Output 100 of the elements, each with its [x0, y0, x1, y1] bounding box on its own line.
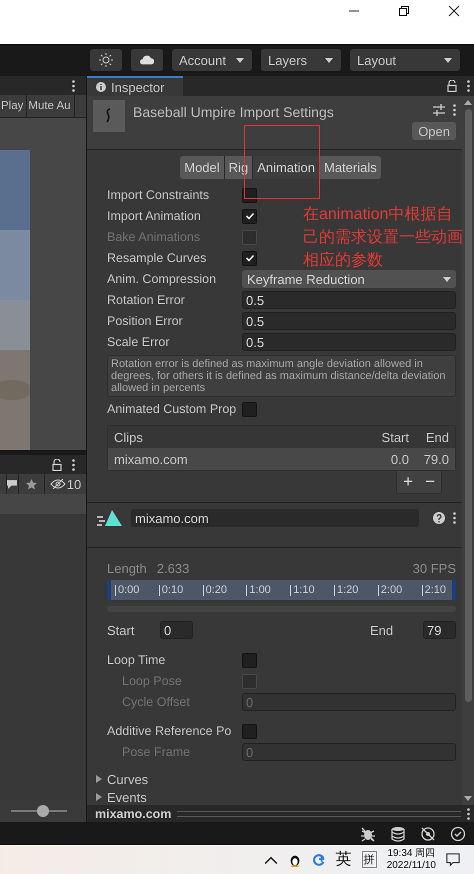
timeline-tick: 1:10 — [290, 584, 315, 596]
check-icon — [244, 253, 254, 263]
caret-icon — [444, 58, 452, 62]
clock-date[interactable]: 2022/11/10 — [386, 860, 436, 872]
settings-tab[interactable]: Materials — [320, 156, 381, 179]
property-label: Import Constraints — [107, 188, 210, 202]
label-filter-button[interactable] — [6, 474, 18, 494]
timeline-tick: 0:00 — [115, 584, 140, 596]
start-label: Start — [107, 622, 136, 638]
cloud-icon — [140, 53, 154, 67]
more-icon[interactable] — [467, 808, 470, 820]
clock-time[interactable]: 19:34 周四 — [387, 848, 436, 860]
bug-icon[interactable] — [360, 826, 376, 842]
scroll-up-icon[interactable] — [464, 100, 472, 105]
visibility-icon[interactable] — [420, 826, 436, 842]
toolbar-dropdown[interactable]: Account — [172, 49, 252, 71]
end-field[interactable]: 79 — [423, 621, 456, 639]
property-label: Loop Pose — [121, 674, 183, 688]
close-icon[interactable] — [448, 5, 460, 17]
speech-bubble-icon — [7, 478, 18, 490]
lock-icon[interactable] — [52, 458, 62, 470]
start-field[interactable]: 0 — [160, 621, 193, 639]
refresh-icon[interactable] — [312, 852, 326, 866]
sun-icon — [99, 53, 113, 67]
property-label: Bake Animations — [107, 230, 202, 244]
penguin-icon[interactable] — [288, 852, 302, 866]
clip-name-field[interactable]: mixamo.com — [131, 509, 419, 527]
maximize-icon[interactable] — [398, 5, 410, 17]
toolbar-dropdown[interactable]: Layout — [350, 49, 460, 71]
length-value: 2.633 — [156, 560, 190, 576]
number-field[interactable]: 0.5 — [242, 291, 456, 309]
timeline-ruler[interactable]: 0:00 0:10 0:20 1:00 1:10 1:20 2:00 2:10 — [107, 580, 456, 600]
settings-tab[interactable]: Animation — [253, 156, 320, 179]
asset-icon — [93, 100, 125, 132]
notification-icon[interactable] — [446, 852, 460, 866]
column-header: End — [424, 430, 449, 444]
caret-icon — [325, 58, 333, 62]
foldout[interactable]: Events — [95, 788, 462, 805]
checkbox[interactable] — [242, 402, 257, 416]
property-label: Rotation Error — [107, 293, 186, 307]
checkbox[interactable] — [242, 652, 257, 668]
column-header: Start — [380, 430, 409, 444]
column-header: Clips — [114, 430, 144, 444]
list-button[interactable]: − — [425, 472, 435, 492]
timeline-tick: 2:00 — [378, 584, 402, 596]
check-icon — [244, 211, 254, 221]
property-label: Loop Time — [107, 653, 166, 667]
length-label: Length — [107, 560, 147, 576]
clip-name: mixamo.com — [114, 452, 189, 466]
list-button[interactable]: + — [403, 472, 414, 492]
toolbar-dropdown[interactable]: Layers — [261, 49, 341, 71]
foldout[interactable]: Curves — [95, 770, 462, 788]
info-icon — [96, 82, 106, 92]
caret-icon — [236, 58, 244, 62]
check-icon[interactable] — [450, 826, 466, 842]
number-field[interactable]: 0.5 — [242, 333, 456, 351]
annotation-text: 在animation中根据自己的需求设置一些动画相应的参数 — [303, 204, 464, 271]
input-language[interactable]: 英 — [336, 849, 352, 870]
more-icon[interactable] — [72, 80, 75, 92]
checkbox[interactable] — [242, 250, 257, 266]
timeline-tick: 0:10 — [158, 584, 184, 596]
timeline-tick: 0:20 — [202, 584, 228, 596]
settings-tab[interactable]: Model — [180, 156, 225, 179]
game-toolbar-button[interactable]: Mute Au — [27, 95, 75, 117]
clip-end: 79.0 — [422, 452, 449, 466]
property-label: Position Error — [107, 314, 184, 328]
clip-row[interactable]: mixamo.com 0.0 79.0 — [108, 448, 455, 470]
star-icon — [26, 478, 37, 490]
checkbox[interactable] — [242, 724, 257, 738]
scroll-down-icon[interactable] — [464, 796, 472, 801]
input-mode[interactable]: 拼 — [362, 851, 377, 868]
lock-icon[interactable] — [447, 80, 457, 92]
foldout-arrow-icon — [95, 793, 103, 801]
more-icon[interactable] — [453, 104, 456, 116]
animation-clip-icon — [97, 508, 123, 528]
foldout-arrow-icon — [95, 775, 103, 783]
checkbox[interactable] — [242, 208, 257, 224]
property-label: Resample Curves — [107, 251, 208, 265]
presets-icon[interactable] — [433, 104, 445, 116]
property-label: Scale Error — [107, 335, 171, 349]
property-label: Import Animation — [107, 209, 202, 223]
more-icon[interactable] — [72, 458, 75, 470]
open-button[interactable]: Open — [412, 122, 456, 140]
game-toolbar-button[interactable]: Play — [0, 95, 28, 117]
cloud-button[interactable] — [131, 49, 163, 71]
help-icon[interactable] — [433, 512, 445, 524]
timeline-tick: 2:10 — [422, 584, 446, 596]
inspector-scrollbar[interactable] — [462, 96, 474, 805]
preview-title: mixamo.com — [95, 806, 172, 820]
caret-icon — [443, 276, 451, 282]
database-icon[interactable] — [390, 826, 406, 842]
inspector-tab[interactable]: Inspector — [87, 76, 183, 96]
property-label: Anim. Compression — [107, 272, 218, 286]
number-field[interactable]: 0.5 — [242, 312, 456, 330]
compression-dropdown[interactable]: Keyframe Reduction — [242, 270, 456, 288]
gizmo-button[interactable] — [90, 49, 122, 71]
frame-rate: 30 FPS — [412, 560, 456, 576]
end-label: End — [370, 622, 394, 638]
more-icon[interactable] — [467, 80, 470, 92]
more-icon[interactable] — [453, 512, 456, 524]
